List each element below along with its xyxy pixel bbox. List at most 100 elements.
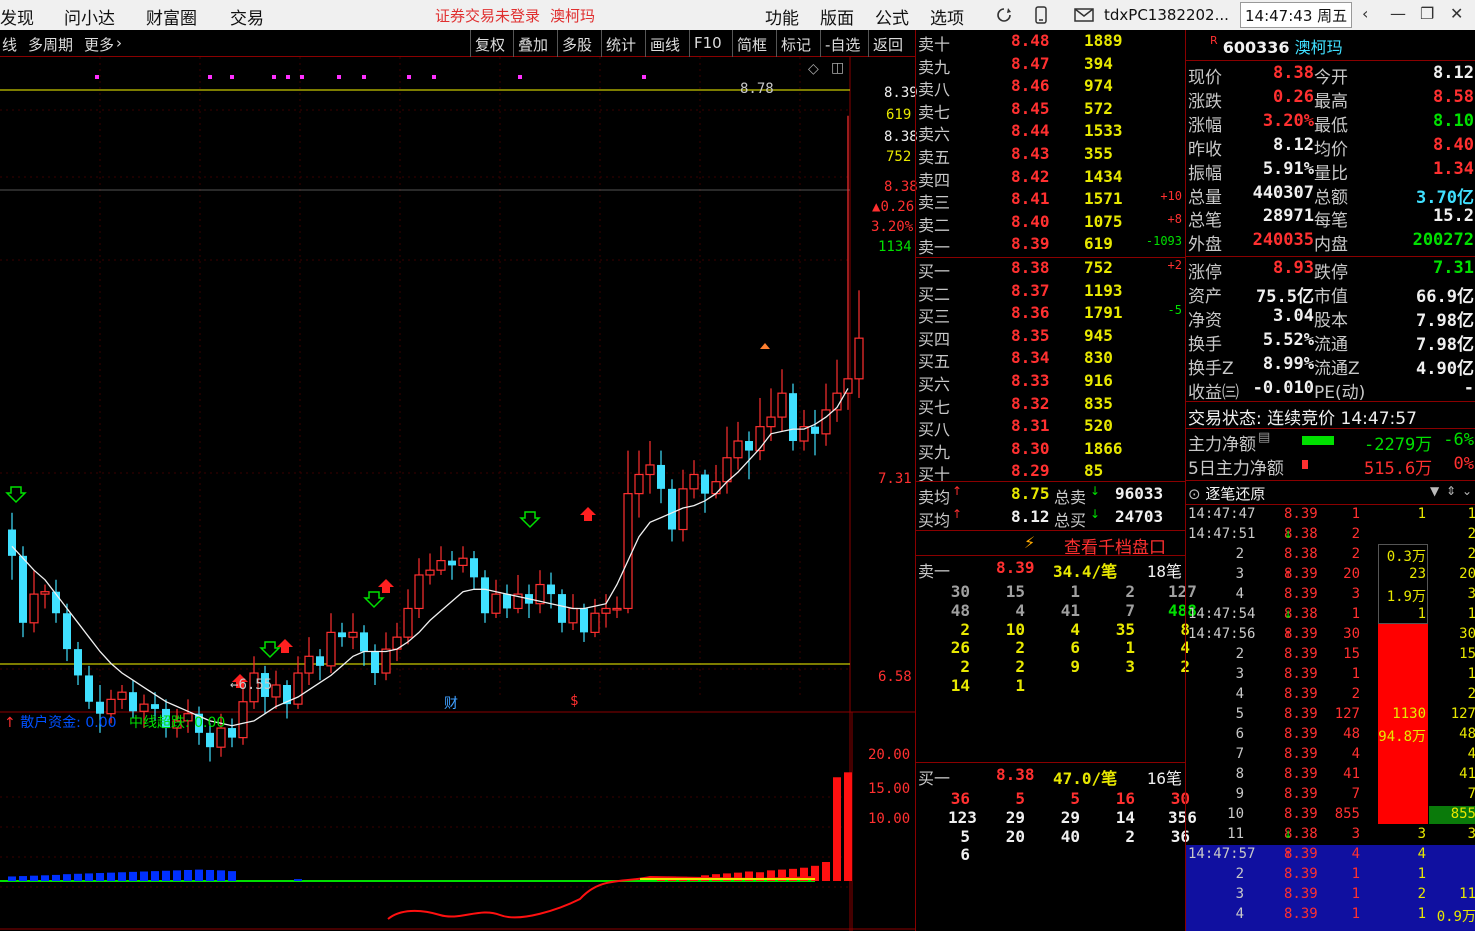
quote-row: 资产 75.5亿 市值 66.9亿 [1186,282,1475,307]
ticks-header[interactable]: ⊙ 逐笔还原 [1188,483,1265,504]
toolbar-more[interactable]: 更多 [84,34,114,55]
tick-row[interactable]: 14:47:51 8.38 ↓ 2 2 [1186,526,1475,546]
toolbar-stats[interactable]: 统计 [601,30,640,57]
user-account[interactable]: tdxPC1382202... [1104,6,1229,24]
ask-row[interactable]: 卖三 8.41 1571 +10 [916,189,1186,212]
level-label: 卖六 [918,125,951,145]
kline-chart[interactable]: 8.39 619 8.38 752 8.38 ▲0.26 3.20% 1134 … [0,57,918,931]
tick-row[interactable]: 6 8.39 48 94.8万 48 [1186,726,1475,746]
tick-row[interactable]: 11 8.38 ↓ 3 3 3 [1186,826,1475,846]
main-flow-row[interactable]: 主力净额 ▤ -2279万 -6% [1186,430,1475,455]
event-marker[interactable]: $ [570,693,578,709]
bid-row[interactable]: 买二 8.37 1193 [916,281,1186,304]
buy-signal-icon [378,579,394,593]
tick-row[interactable]: 4 8.39 1 1 0.9万 [1186,906,1475,926]
bid-row[interactable]: 买八 8.31 520 [916,416,1186,439]
tick-row[interactable]: 14:47:57 8.39 ↑ 4 4 [1186,846,1475,866]
ask-row[interactable]: 卖一 8.39 619 -1093 [916,234,1186,257]
ask-row[interactable]: 卖九 8.47 394 [916,54,1186,77]
toolbar-overlay[interactable]: 叠加 [513,30,552,57]
toolbar-custom[interactable]: -自选 [820,30,864,57]
tick-row[interactable]: 7 8.39 4 4 [1186,746,1475,766]
tick-row[interactable]: 8 8.39 41 41 [1186,766,1475,786]
menu-layout[interactable]: 版面 [820,4,854,29]
tick-volume: 3 [1351,826,1360,842]
bid-row[interactable]: 买四 8.35 945 [916,326,1186,349]
toolbar-line[interactable]: 线 [2,34,17,55]
tick-row[interactable]: 2 8.39 1 1 [1186,866,1475,886]
candle-body [491,593,501,614]
toolbar-return[interactable]: 返回 [868,30,907,57]
tick-row[interactable]: 4 8.39 2 2 [1186,686,1475,706]
tick-row[interactable]: 14:47:56 8.39 ↑ 30 30 [1186,626,1475,646]
menu-trade[interactable]: 交易 [230,4,264,29]
bid-row[interactable]: 买五 8.34 830 [916,348,1186,371]
level-change: -1093 [1145,234,1182,249]
toolbar-f10[interactable]: F10 [689,30,726,57]
tick-row[interactable]: 5 8.39 127 1130 127 [1186,706,1475,726]
refresh-icon[interactable] [995,6,1013,24]
toolbar-adjust[interactable]: 复权 [470,30,509,57]
tick-row[interactable]: 3 8.39 1 2 11 [1186,886,1475,906]
list-icon[interactable]: ▤ [1258,430,1270,445]
tick-row[interactable]: 3 8.39 1 1 [1186,666,1475,686]
phone-icon[interactable] [1034,6,1048,24]
diamond-icon[interactable]: ◇ [808,61,819,77]
toolbar-draw[interactable]: 画线 [645,30,684,57]
tick-row[interactable]: 10 8.39 855 855 [1186,806,1475,826]
bid-row[interactable]: 买七 8.32 835 [916,394,1186,417]
login-warning[interactable]: 证券交易未登录 [435,5,540,26]
bid-row[interactable]: 买一 8.38 752 +2 [916,258,1186,281]
bid-row[interactable]: 买九 8.30 1866 [916,439,1186,462]
tick-time: 14:47:51 [1188,526,1256,542]
toolbar-mark[interactable]: 标记 [776,30,815,57]
toolbar-multiperiod[interactable]: 多周期 [28,34,73,55]
candle-body [316,656,324,666]
menu-wenxiaoda[interactable]: 问小达 [64,4,115,29]
ask-row[interactable]: 卖二 8.40 1075 +8 [916,212,1186,235]
chevron-down-icon[interactable]: ⌄ [1462,484,1472,498]
ask-row[interactable]: 卖七 8.45 572 [916,99,1186,122]
sort-icon[interactable]: ⇕ [1446,484,1456,498]
tick-row[interactable]: 2 8.38 2 0.3万 2 [1186,546,1475,566]
kline-chart-svg [0,57,915,931]
tick-row[interactable]: 14:47:47 8.39 1 1 1 [1186,506,1475,526]
view-depth-button[interactable]: ⚡ 查看千档盘口 [916,530,1186,558]
window-toggle-icon[interactable]: ◫ [831,60,844,76]
indicator-tick: 15.00 [868,781,911,797]
minimize-icon[interactable]: — [1390,4,1406,23]
maximize-icon[interactable]: ❐ [1420,4,1434,23]
ask-row[interactable]: 卖六 8.44 1533 [916,121,1186,145]
tick-row[interactable]: 2 8.39 15 15 [1186,646,1475,666]
menu-formula[interactable]: 公式 [875,4,909,29]
toolbar-simple-frame[interactable]: 简框 [732,30,771,57]
bid-row[interactable]: 买三 8.36 1791 -5 [916,303,1186,326]
menu-discover[interactable]: 发现 [0,4,34,29]
collapse-icon[interactable]: ⊙ [1188,485,1201,503]
menu-options[interactable]: 选项 [930,4,964,29]
level-volume: 1533 [1084,121,1123,141]
ask-row[interactable]: 卖五 8.43 355 [916,144,1186,167]
finance-marker[interactable]: 财 [444,693,458,713]
ask-row[interactable]: 卖四 8.42 1434 [916,167,1186,190]
toolbar-multistock[interactable]: 多股 [557,30,596,57]
tick-row[interactable]: 14:47:54 8.38 ↓ 1 1 1 [1186,606,1475,626]
bid-row[interactable]: 买六 8.33 916 [916,371,1186,394]
mail-icon[interactable] [1074,8,1094,22]
order-size: 1 [1125,638,1135,658]
menu-function[interactable]: 功能 [765,4,799,29]
tick-row[interactable]: 4 8.39 3 1.9万 3 [1186,586,1475,606]
axis-tick: 8.38 [884,179,918,195]
ask-row[interactable]: 卖八 8.46 974 [916,76,1186,99]
back-arrow-icon[interactable]: ‹ [1362,4,1368,23]
flow5-row[interactable]: 5日主力净额 515.6万 0% [1186,454,1475,479]
tick-row[interactable]: 3 8.39 ↑ 20 23 20 [1186,566,1475,586]
chevron-right-icon[interactable]: › [116,34,122,52]
close-icon[interactable]: ✕ [1450,4,1463,23]
ask-row[interactable]: 卖十 8.48 1889 [916,31,1186,54]
filter-icon[interactable]: ▼ [1430,484,1439,498]
tick-row[interactable]: 9 8.39 7 7 [1186,786,1475,806]
menu-wealth[interactable]: 财富圈 [146,4,197,29]
candle-body [580,608,588,633]
quote-label: 换手Z [1188,358,1234,379]
